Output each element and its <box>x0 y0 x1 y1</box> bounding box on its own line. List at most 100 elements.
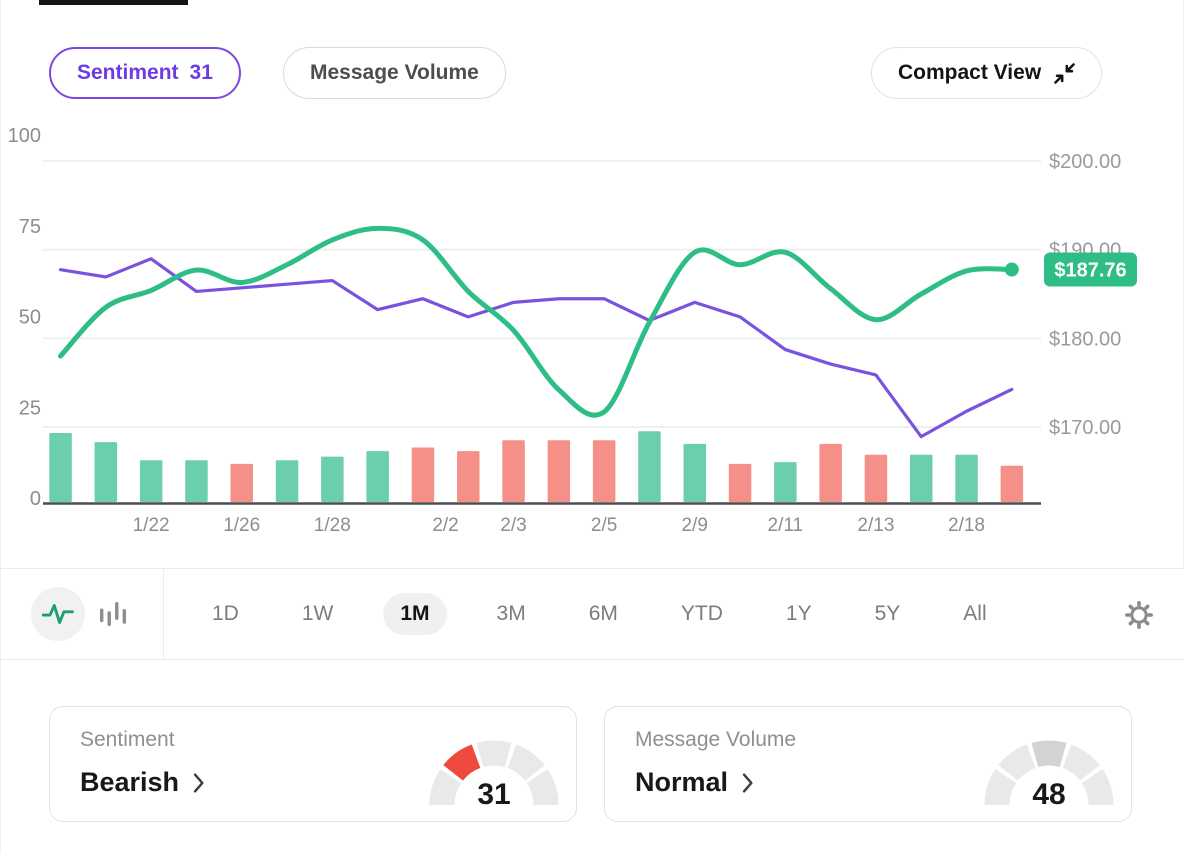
svg-text:2/2: 2/2 <box>432 515 458 536</box>
sentiment-toggle-value: 31 <box>190 61 213 85</box>
volume-bar <box>593 440 616 502</box>
message-volume-toggle-button[interactable]: Message Volume <box>283 47 506 99</box>
sentiment-toggle-button[interactable]: Sentiment 31 <box>49 47 241 99</box>
volume-bar <box>321 457 344 502</box>
range-button-3m[interactable]: 3M <box>484 593 539 635</box>
collapse-arrows-icon <box>1054 63 1075 84</box>
line-chart-icon <box>42 602 74 626</box>
volume-bar <box>412 448 435 502</box>
sentiment-state-value: Bearish <box>80 767 179 798</box>
volume-bar <box>774 462 797 502</box>
gauge-segment <box>512 756 535 773</box>
gauge-value: 31 <box>477 778 510 808</box>
volume-bars-icon <box>99 601 127 627</box>
sentiment-toggle-label: Sentiment <box>77 61 179 85</box>
sentiment-chart-panel: Sentiment 31 Message Volume Compact View… <box>0 0 1184 854</box>
volume-bar <box>910 455 933 502</box>
volume-bar <box>502 440 525 502</box>
range-button-ytd[interactable]: YTD <box>668 593 736 635</box>
range-button-1d[interactable]: 1D <box>199 593 252 635</box>
card-title: Message Volume <box>635 728 796 752</box>
volume-bar <box>684 444 707 502</box>
gauge-segment <box>997 776 1006 805</box>
range-button-5y[interactable]: 5Y <box>862 593 914 635</box>
message-volume-detail-link[interactable]: Normal <box>635 767 754 798</box>
sentiment-detail-link[interactable]: Bearish <box>80 767 205 798</box>
gauge-value: 48 <box>1032 778 1065 808</box>
volume-bar <box>185 460 208 502</box>
range-button-all[interactable]: All <box>950 593 999 635</box>
sentiment-summary-card: Sentiment Bearish 31 <box>49 706 577 822</box>
volume-bar <box>231 464 254 502</box>
gauge-segment <box>1092 776 1101 805</box>
range-button-1w[interactable]: 1W <box>289 593 347 635</box>
sentiment-line <box>61 259 1012 437</box>
card-title: Sentiment <box>80 728 175 752</box>
svg-text:2/5: 2/5 <box>591 515 617 536</box>
chart-settings-button[interactable] <box>1125 601 1153 634</box>
left-axis-labels: 100 75 50 25 0 <box>8 125 41 510</box>
svg-text:1/26: 1/26 <box>223 515 260 536</box>
x-axis-labels: 1/221/261/282/22/32/52/92/112/132/18 <box>133 515 985 536</box>
svg-text:2/18: 2/18 <box>948 515 985 536</box>
chart-toolbar: 1D 1W 1M 3M 6M YTD 1Y 5Y All <box>1 568 1184 660</box>
svg-text:1/22: 1/22 <box>133 515 170 536</box>
volume-bar <box>819 444 842 502</box>
svg-text:1/28: 1/28 <box>314 515 351 536</box>
volume-bar <box>548 440 571 502</box>
gauge-segment <box>537 776 546 805</box>
compact-view-button[interactable]: Compact View <box>871 47 1102 99</box>
volume-bar <box>49 433 72 502</box>
compact-view-label: Compact View <box>898 61 1041 85</box>
svg-text:2/13: 2/13 <box>857 515 894 536</box>
svg-text:50: 50 <box>19 307 41 329</box>
sentiment-gauge: 31 <box>428 738 560 808</box>
message-volume-toggle-label: Message Volume <box>310 61 479 85</box>
gauge-segment <box>1008 756 1031 773</box>
chevron-right-icon <box>742 773 754 793</box>
last-price-dot <box>1005 263 1019 277</box>
range-button-1y[interactable]: 1Y <box>773 593 825 635</box>
summary-cards-section: Sentiment Bearish 31 Message Volume Norm… <box>1 661 1184 854</box>
message-volume-state-value: Normal <box>635 767 728 798</box>
right-axis-labels: $200.00$190.00$180.00$170.00 <box>1049 151 1121 439</box>
volume-chart-type-button[interactable] <box>99 601 127 627</box>
message-volume-summary-card: Message Volume Normal 48 <box>604 706 1132 822</box>
svg-text:100: 100 <box>8 125 41 147</box>
gauge-segment <box>1035 753 1063 755</box>
gauge-segment <box>1067 756 1090 773</box>
volume-bar <box>865 455 888 502</box>
svg-text:75: 75 <box>19 216 41 238</box>
gridlines <box>43 161 1041 427</box>
svg-text:2/3: 2/3 <box>500 515 526 536</box>
volume-bar <box>638 431 661 502</box>
gauge-segment <box>480 753 508 755</box>
message-volume-gauge: 48 <box>983 738 1115 808</box>
chart-type-group <box>1 569 164 659</box>
svg-text:2/9: 2/9 <box>681 515 707 536</box>
active-tab-underline <box>39 0 188 5</box>
volume-bar <box>95 442 118 502</box>
volume-bar <box>1001 466 1024 502</box>
svg-text:$180.00: $180.00 <box>1049 328 1121 350</box>
price-line <box>61 228 1012 415</box>
message-volume-bars <box>49 431 1023 502</box>
gear-icon <box>1125 601 1153 629</box>
price-sentiment-chart[interactable]: $200.00$190.00$180.00$170.00 1/22 1/26 1/28… <box>1 110 1184 565</box>
last-price-badge-label: $187.76 <box>1054 260 1126 282</box>
time-range-selector: 1D 1W 1M 3M 6M YTD 1Y 5Y All <box>199 569 1000 659</box>
gauge-segment <box>442 776 451 805</box>
volume-bar <box>140 460 163 502</box>
chevron-right-icon <box>193 773 205 793</box>
volume-bar <box>366 451 389 502</box>
volume-bar <box>729 464 752 502</box>
gear-teeth <box>1127 603 1151 627</box>
gauge-segment <box>453 756 476 773</box>
svg-text:25: 25 <box>19 397 41 419</box>
range-button-6m[interactable]: 6M <box>576 593 631 635</box>
range-button-1m[interactable]: 1M <box>383 593 446 635</box>
svg-text:0: 0 <box>30 488 41 510</box>
volume-bar <box>276 460 299 502</box>
line-chart-type-button[interactable] <box>31 587 85 641</box>
svg-text:$200.00: $200.00 <box>1049 151 1121 173</box>
